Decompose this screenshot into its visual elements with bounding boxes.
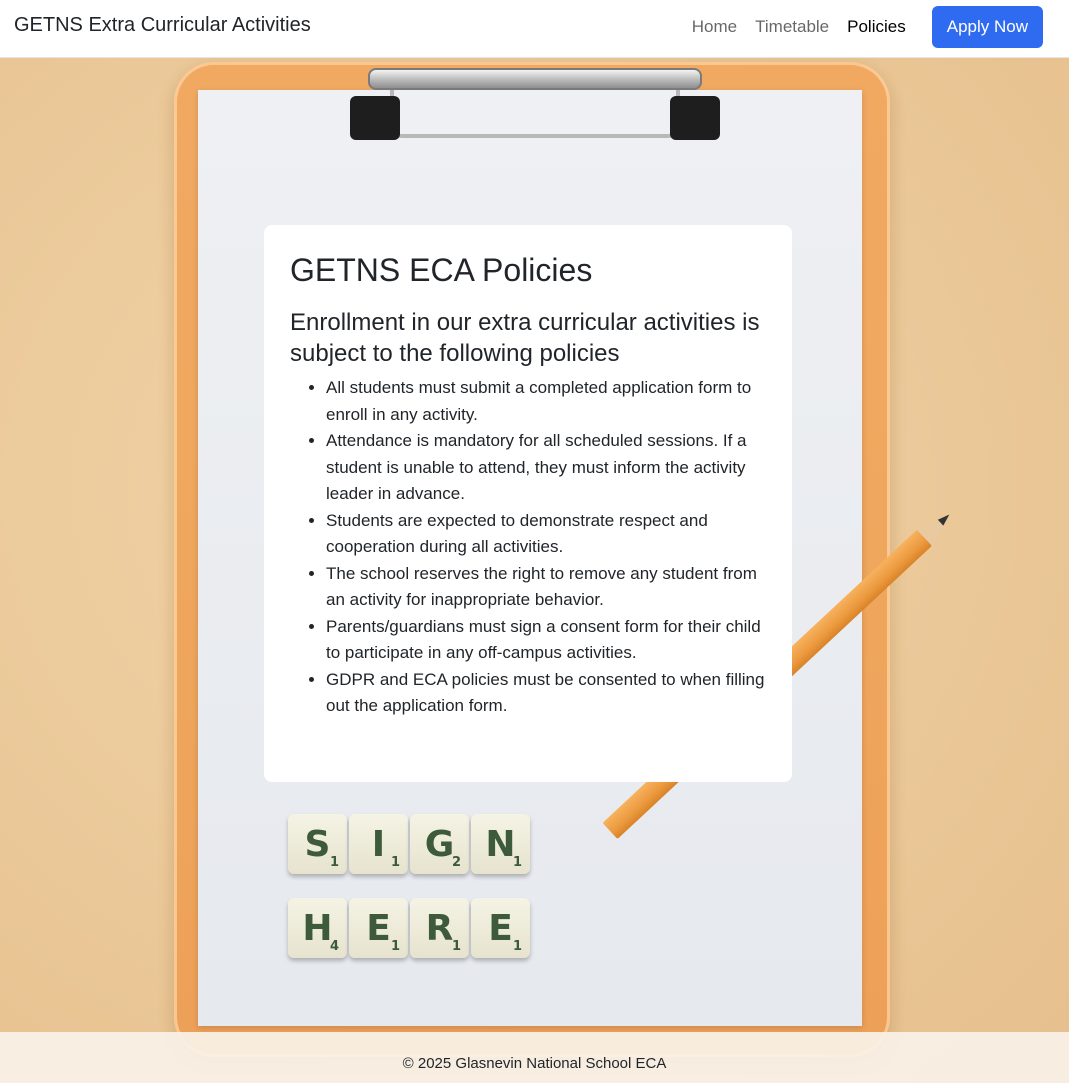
policy-item: Attendance is mandatory for all schedule… <box>326 428 766 508</box>
nav-links: Home Timetable Policies Apply Now <box>692 6 1043 48</box>
clipboard-clip <box>350 60 720 150</box>
tile-points: 1 <box>512 939 522 954</box>
tile-points: 1 <box>451 939 461 954</box>
policy-item: The school reserves the right to remove … <box>326 561 766 614</box>
tile: I1 <box>349 814 408 874</box>
policy-item: Students are expected to demonstrate res… <box>326 508 766 561</box>
footer: © 2025 Glasnevin National School ECA <box>0 1032 1069 1083</box>
tile-row-here: H4 E1 R1 E1 <box>288 898 530 958</box>
tile-letter: N <box>485 823 516 865</box>
policies-card: GETNS ECA Policies Enrollment in our ext… <box>264 225 792 782</box>
tile-points: 1 <box>390 855 400 870</box>
tile-letter: E <box>366 907 391 949</box>
tile-letter: E <box>488 907 513 949</box>
tile: N1 <box>471 814 530 874</box>
tile-letter: H <box>302 907 333 949</box>
page-title: GETNS ECA Policies <box>290 252 593 288</box>
apply-now-button[interactable]: Apply Now <box>931 6 1043 48</box>
tile-points: 1 <box>390 939 400 954</box>
policy-item: GDPR and ECA policies must be consented … <box>326 667 766 720</box>
tile-letter: S <box>304 823 331 865</box>
tile: G2 <box>410 814 469 874</box>
tile-letter: G <box>424 823 455 865</box>
tile-points: 2 <box>451 855 461 870</box>
tile-letter: I <box>371 823 386 865</box>
tile-row-sign: S1 I1 G2 N1 <box>288 814 530 874</box>
policies-list: All students must submit a completed app… <box>290 375 766 720</box>
tile: E1 <box>349 898 408 958</box>
policy-item: Parents/guardians must sign a consent fo… <box>326 614 766 667</box>
tile: R1 <box>410 898 469 958</box>
tile-points: 4 <box>329 939 339 954</box>
scrabble-tiles: S1 I1 G2 N1 H4 E1 R1 E1 <box>288 814 530 982</box>
tile-points: 1 <box>329 855 339 870</box>
nav-link-timetable[interactable]: Timetable <box>755 17 829 37</box>
nav-link-home[interactable]: Home <box>692 17 737 37</box>
tile: H4 <box>288 898 347 958</box>
brand-link[interactable]: GETNS Extra Curricular Activities <box>14 14 311 37</box>
clip-bar <box>368 68 702 90</box>
clip-foot-right <box>670 96 720 140</box>
clip-wire <box>390 88 680 138</box>
navbar: GETNS Extra Curricular Activities Home T… <box>0 0 1069 58</box>
tile: S1 <box>288 814 347 874</box>
nav-link-policies[interactable]: Policies <box>847 17 906 37</box>
clip-foot-left <box>350 96 400 140</box>
tile-letter: R <box>425 907 454 949</box>
policy-item: All students must submit a completed app… <box>326 375 766 428</box>
pencil-tip <box>916 506 957 546</box>
tile-points: 1 <box>512 855 522 870</box>
tile: E1 <box>471 898 530 958</box>
footer-copyright: © 2025 Glasnevin National School ECA <box>402 1055 667 1072</box>
policies-subtitle: Enrollment in our extra curricular activ… <box>290 309 760 368</box>
